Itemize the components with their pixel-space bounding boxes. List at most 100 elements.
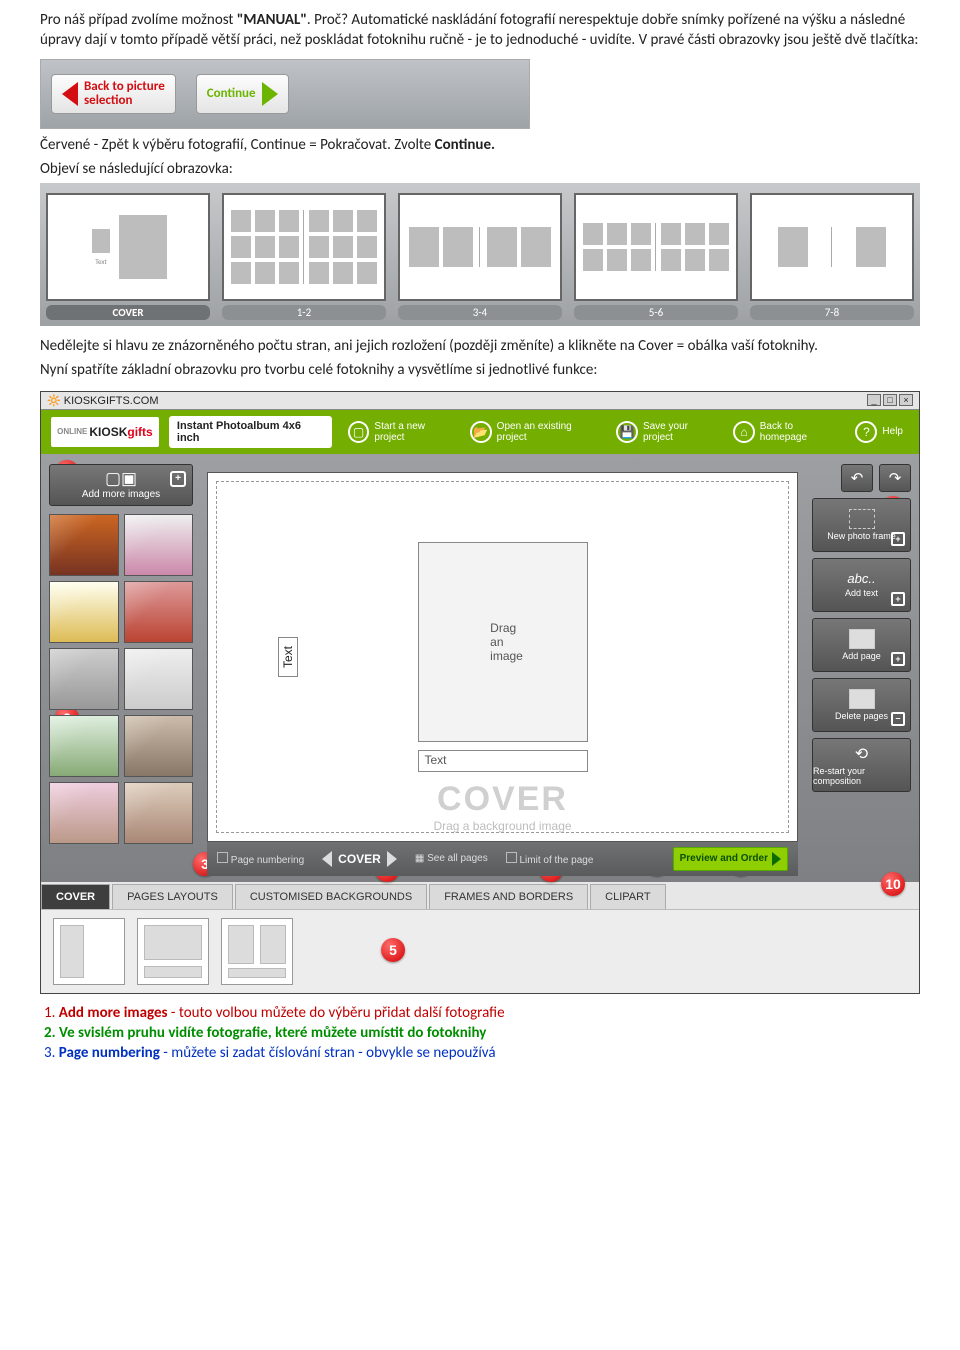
cover-watermark: COVER Drag a background image <box>208 780 797 833</box>
spread-label-56: 5-6 <box>574 305 738 320</box>
legend-item-1: 1. Add more images - touto volbou můžete… <box>44 1004 920 1022</box>
tab-pages-layouts[interactable]: PAGES LAYOUTS <box>112 884 233 909</box>
spread-7-8[interactable]: 7-8 <box>750 193 914 320</box>
seeall-label: See all pages <box>427 853 488 864</box>
cover-wm-text: COVER <box>437 780 568 818</box>
restart-label: Re-start your composition <box>813 766 910 786</box>
add-text-button[interactable]: abc..+Add text <box>812 558 911 612</box>
bottom-tabs: COVER PAGES LAYOUTS CUSTOMISED BACKGROUN… <box>41 882 919 909</box>
menu-home-label: Back to homepage <box>760 421 842 443</box>
new-project-icon: ▢ <box>348 421 370 443</box>
plus-icon: + <box>891 652 905 666</box>
continue-label: Continue <box>207 86 256 101</box>
plus-icon: + <box>170 471 186 487</box>
checkbox-icon <box>506 852 517 863</box>
badge-5: 5 <box>381 938 405 962</box>
redo-button[interactable]: ↷ <box>879 464 911 492</box>
app-titlebar: 🔆 KIOSKGIFTS.COM _ □ × <box>41 392 919 410</box>
continue-button[interactable]: Continue <box>196 74 289 114</box>
tab-cover[interactable]: COVER <box>41 884 110 909</box>
thumbnail[interactable] <box>49 514 119 576</box>
addtext-label: Add text <box>845 588 878 598</box>
spread-1-2[interactable]: 1-2 <box>222 193 386 320</box>
badge-10: 10 <box>881 872 905 896</box>
spread-5-6[interactable]: 5-6 <box>574 193 738 320</box>
open-project-icon: 📂 <box>470 421 492 443</box>
mid2-p5: Nyní spatříte základní obrazovku pro tvo… <box>40 360 920 380</box>
menu-open-project[interactable]: 📂Open an existing project <box>464 417 608 447</box>
buttons-strip: Back to picture selection Continue <box>40 59 530 129</box>
thumbnail[interactable] <box>124 581 194 643</box>
page-nav-label: COVER <box>338 852 381 866</box>
restart-composition-button[interactable]: ⟲Re-start your composition <box>812 738 911 792</box>
layout-strip: 5 <box>41 909 919 993</box>
thumbnail[interactable] <box>49 782 119 844</box>
page-numbering-toggle[interactable]: Page numbering <box>217 852 304 866</box>
layout-option[interactable] <box>221 918 293 985</box>
pagenum-label: Page numbering <box>231 855 304 866</box>
limit-label: Limit of the page <box>519 855 593 866</box>
thumbnails <box>49 514 193 844</box>
logo: ONLINE KIOSK gifts <box>51 417 159 447</box>
window-controls: _ □ × <box>867 394 913 406</box>
mid-p2b: Continue. <box>435 136 495 154</box>
add-page-button[interactable]: +Add page <box>812 618 911 672</box>
tab-frames[interactable]: FRAMES AND BORDERS <box>429 884 588 909</box>
thumbnail[interactable] <box>124 715 194 777</box>
close-button[interactable]: × <box>899 394 913 406</box>
mid2-p4: Nedělejte si hlavu ze znázorněného počtu… <box>40 336 920 356</box>
spread-label-cover: COVER <box>46 305 210 320</box>
delete-pages-button[interactable]: –Delete pages <box>812 678 911 732</box>
see-all-pages-button[interactable]: ▦ See all pages <box>415 853 488 864</box>
editor-app: 🔆 KIOSKGIFTS.COM _ □ × ONLINE KIOSK gift… <box>40 391 920 994</box>
menu-save-project[interactable]: 💾Save your project <box>610 417 725 447</box>
spread-cover[interactable]: Text COVER <box>46 193 210 320</box>
cover-wm-sub: Drag a background image <box>208 819 797 833</box>
limit-page-toggle[interactable]: Limit of the page <box>506 852 594 866</box>
cover-canvas[interactable]: Text Drag an image Text COVER Drag a bac… <box>207 472 798 842</box>
layout-option[interactable] <box>137 918 209 985</box>
spread-label-34: 3-4 <box>398 305 562 320</box>
spread-label-12: 1-2 <box>222 305 386 320</box>
tab-backgrounds[interactable]: CUSTOMISED BACKGROUNDS <box>235 884 427 909</box>
app-title-text: KIOSKGIFTS.COM <box>64 395 159 407</box>
thumbnail[interactable] <box>49 581 119 643</box>
thumbnail[interactable] <box>49 648 119 710</box>
add-more-images-button[interactable]: ▢▣ + Add more images <box>49 464 193 506</box>
preview-order-button[interactable]: Preview and Order <box>673 847 788 871</box>
back-to-picture-button[interactable]: Back to picture selection <box>51 74 176 114</box>
minimize-button[interactable]: _ <box>867 394 881 406</box>
newframe-label: New photo frame <box>827 531 896 541</box>
plus-icon: + <box>891 592 905 606</box>
thumbnail[interactable] <box>124 648 194 710</box>
maximize-button[interactable]: □ <box>883 394 897 406</box>
thumbnail[interactable] <box>49 715 119 777</box>
undo-button[interactable]: ↶ <box>841 464 873 492</box>
thumbnail[interactable] <box>124 782 194 844</box>
intro-text: Pro náš případ zvolíme možnost <box>40 11 237 29</box>
minus-icon: – <box>891 712 905 726</box>
back-label-2: selection <box>84 93 132 108</box>
pages-strip: Text COVER 1-2 3-4 5-6 7-8 <box>40 183 920 326</box>
menu-open-label: Open an existing project <box>497 421 603 443</box>
menu-new-project[interactable]: ▢Start a new project <box>342 417 462 447</box>
logo-b: gifts <box>127 425 152 439</box>
next-page-icon[interactable] <box>387 851 397 867</box>
prev-page-icon[interactable] <box>322 851 332 867</box>
tab-clipart[interactable]: CLIPART <box>590 884 665 909</box>
checkbox-icon <box>217 852 228 863</box>
back-label: Back to picture selection <box>84 80 165 107</box>
new-photo-frame-button[interactable]: +New photo frame <box>812 498 911 552</box>
arrow-right-icon <box>772 852 781 866</box>
spread-label-78: 7-8 <box>750 305 914 320</box>
legend-list: 1. Add more images - touto volbou můžete… <box>44 1004 920 1062</box>
arrow-right-icon <box>262 82 278 106</box>
thumbnail[interactable] <box>124 514 194 576</box>
spine-text-slot[interactable]: Text <box>278 636 298 676</box>
menu-home[interactable]: ⌂Back to homepage <box>727 417 847 447</box>
legend-item-2: 2. Ve svislém pruhu vidíte fotografie, k… <box>44 1024 920 1042</box>
page-nav[interactable]: COVER <box>322 851 397 867</box>
spread-3-4[interactable]: 3-4 <box>398 193 562 320</box>
menu-help[interactable]: ?Help <box>849 417 909 447</box>
layout-option[interactable] <box>53 918 125 985</box>
